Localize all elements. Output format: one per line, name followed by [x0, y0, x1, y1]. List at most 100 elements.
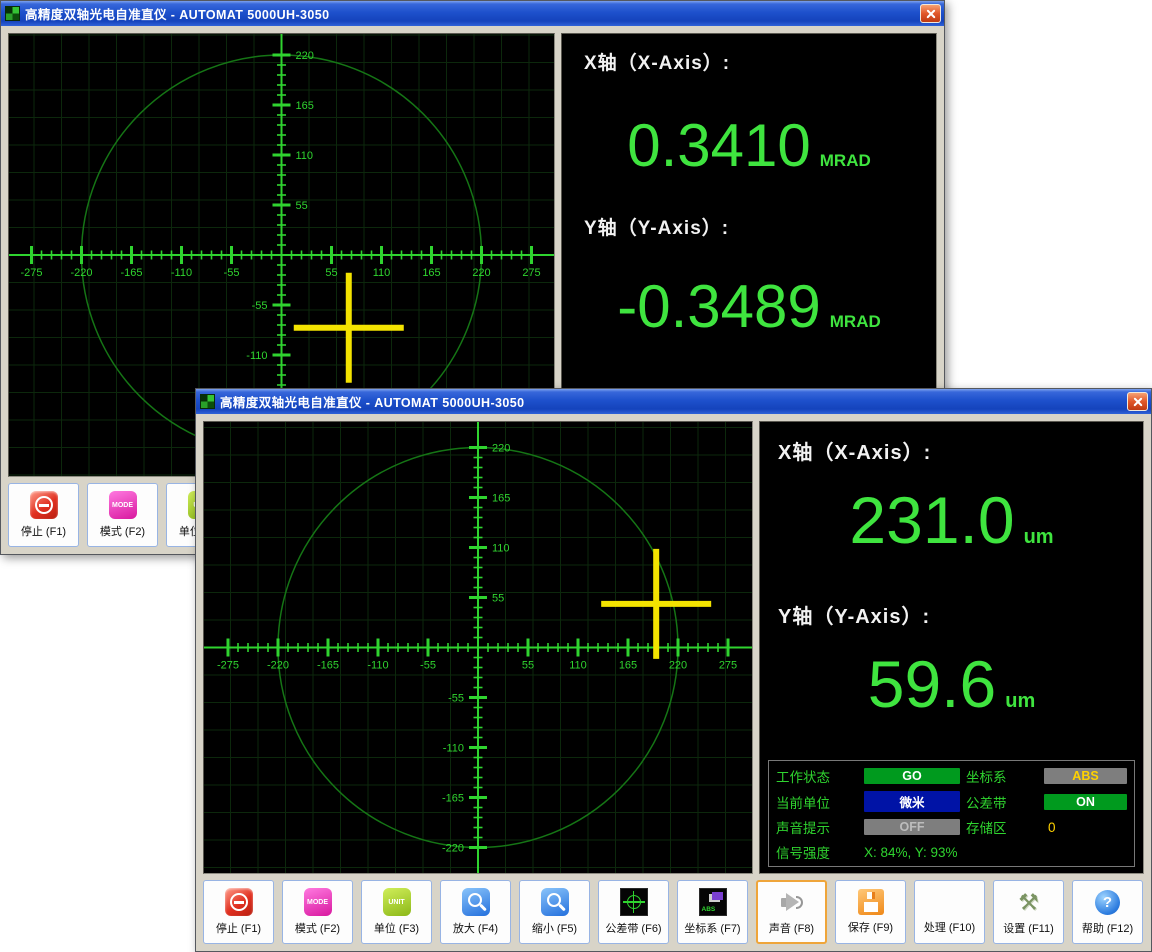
toolbar: 停止 (F1) MODE 模式 (F2) UNIT 单位 (F3) 放大 (F4… [203, 880, 1144, 944]
desktop: 高精度双轴光电自准直仪 - AUTOMAT 5000UH-3050 -275 -2… [0, 0, 1152, 952]
button-label: 模式 (F2) [295, 920, 340, 936]
zoom-out-button[interactable]: 缩小 (F5) [519, 880, 590, 944]
signal-strength-label: 信号强度 [776, 842, 858, 862]
svg-text:-220: -220 [267, 660, 289, 672]
mode-button[interactable]: MODE 模式 (F2) [282, 880, 353, 944]
process-icon [937, 889, 963, 915]
help-icon-glyph: ? [1095, 890, 1120, 915]
status-panel: 工作状态 GO 坐标系 ABS 当前单位 微米 公差带 ON 声音提示 OFF … [768, 760, 1135, 867]
svg-text:-55: -55 [252, 300, 268, 312]
x-axis-unit: um [1024, 527, 1054, 547]
x-axis-unit: MRAD [820, 152, 871, 169]
y-axis-value: 59.6 [868, 655, 996, 714]
tolerance-icon [620, 888, 648, 916]
svg-text:55: 55 [296, 200, 308, 212]
button-label: 放大 (F4) [453, 920, 498, 936]
svg-text:-110: -110 [443, 743, 464, 755]
zoom-in-icon [462, 888, 490, 916]
zoom-in-button[interactable]: 放大 (F4) [440, 880, 511, 944]
coordsys-button[interactable]: ABS 坐标系 (F7) [677, 880, 748, 944]
svg-text:220: 220 [296, 50, 314, 62]
svg-text:-220: -220 [442, 843, 464, 855]
save-icon [858, 889, 884, 915]
svg-text:275: 275 [522, 267, 540, 279]
titlebar[interactable]: 高精度双轴光电自准直仪 - AUTOMAT 5000UH-3050 [196, 389, 1151, 414]
y-axis-unit: MRAD [830, 313, 881, 330]
y-axis-value: -0.3489 [617, 280, 821, 334]
stop-button[interactable]: 停止 (F1) [8, 483, 79, 547]
svg-text:-110: -110 [171, 267, 192, 279]
svg-text:-55: -55 [448, 693, 464, 705]
sound-prompt-badge: OFF [864, 819, 960, 835]
coordsys-badge: ABS [1044, 768, 1127, 784]
storage-value: 0 [1044, 820, 1127, 835]
zoom-out-icon [541, 888, 569, 916]
coordsys-label: 坐标系 [966, 766, 1038, 786]
svg-text:275: 275 [719, 660, 737, 672]
work-status-badge: GO [864, 768, 960, 784]
help-button[interactable]: ? 帮助 (F12) [1072, 880, 1143, 944]
button-label: 单位 (F3) [374, 920, 419, 936]
coordsys-icon: ABS [699, 888, 727, 916]
mode-icon-text: MODE [112, 502, 133, 509]
window-title: 高精度双轴光电自准直仪 - AUTOMAT 5000UH-3050 [25, 4, 915, 23]
svg-text:165: 165 [619, 660, 637, 672]
x-axis-label: X轴（X-Axis）: [584, 48, 928, 75]
unit-button[interactable]: UNIT 单位 (F3) [361, 880, 432, 944]
window-title: 高精度双轴光电自准直仪 - AUTOMAT 5000UH-3050 [220, 392, 1122, 411]
y-axis-unit: um [1005, 691, 1035, 711]
tolerance-band-button[interactable]: 公差带 (F6) [598, 880, 669, 944]
svg-text:55: 55 [492, 593, 504, 605]
stop-button[interactable]: 停止 (F1) [203, 880, 274, 944]
button-label: 处理 (F10) [924, 919, 975, 935]
current-unit-label: 当前单位 [776, 792, 858, 812]
y-axis-label: Y轴（Y-Axis）: [778, 600, 1135, 629]
close-icon[interactable] [920, 4, 941, 23]
button-label: 声音 (F8) [769, 920, 814, 936]
button-label: 公差带 (F6) [605, 920, 661, 936]
window-body: -275-220-165-110-55551101652202752201651… [196, 414, 1151, 951]
app-icon [200, 394, 215, 409]
mode-button[interactable]: MODE 模式 (F2) [87, 483, 158, 547]
svg-text:-165: -165 [442, 793, 464, 805]
button-label: 帮助 (F12) [1082, 920, 1133, 936]
unit-icon: UNIT [383, 888, 411, 916]
svg-text:110: 110 [296, 150, 314, 162]
svg-text:-55: -55 [420, 660, 436, 672]
stop-icon [225, 888, 253, 916]
unit-icon-text: UNIT [388, 899, 404, 906]
close-icon[interactable] [1127, 392, 1148, 411]
svg-text:-220: -220 [70, 267, 92, 279]
process-button[interactable]: 处理 (F10) [914, 880, 985, 944]
svg-text:55: 55 [522, 660, 534, 672]
svg-text:55: 55 [325, 267, 337, 279]
sound-prompt-label: 声音提示 [776, 817, 858, 837]
tolerance-label: 公差带 [966, 792, 1038, 812]
svg-text:220: 220 [669, 660, 687, 672]
button-label: 坐标系 (F7) [684, 920, 740, 936]
x-axis-label: X轴（X-Axis）: [778, 436, 1135, 465]
front-window: 高精度双轴光电自准直仪 - AUTOMAT 5000UH-3050 -275-2… [195, 388, 1152, 952]
svg-text:220: 220 [492, 443, 510, 455]
button-label: 模式 (F2) [100, 523, 145, 539]
sound-icon [778, 888, 806, 916]
signal-strength-value: X: 84%, Y: 93% [864, 845, 1127, 860]
reticle-graph: -275-220-165-110-55551101652202752201651… [204, 422, 752, 873]
x-axis-value: 0.3410 [627, 119, 811, 173]
svg-text:165: 165 [492, 493, 510, 505]
readout-panel: X轴（X-Axis）: 231.0 um Y轴（Y-Axis）: 59.6 um… [759, 421, 1144, 874]
save-button[interactable]: 保存 (F9) [835, 880, 906, 944]
svg-text:220: 220 [472, 267, 490, 279]
svg-text:165: 165 [296, 100, 314, 112]
mode-icon: MODE [304, 888, 332, 916]
svg-text:-275: -275 [20, 267, 42, 279]
settings-button[interactable]: ⚒ 设置 (F11) [993, 880, 1064, 944]
coordsys-icon-text: ABS [702, 906, 716, 913]
tolerance-badge: ON [1044, 794, 1127, 810]
stop-icon [30, 491, 58, 519]
sound-button[interactable]: 声音 (F8) [756, 880, 827, 944]
mode-icon-text: MODE [307, 899, 328, 906]
titlebar[interactable]: 高精度双轴光电自准直仪 - AUTOMAT 5000UH-3050 [1, 1, 944, 26]
current-unit-badge: 微米 [864, 791, 960, 812]
svg-text:-110: -110 [246, 350, 267, 362]
